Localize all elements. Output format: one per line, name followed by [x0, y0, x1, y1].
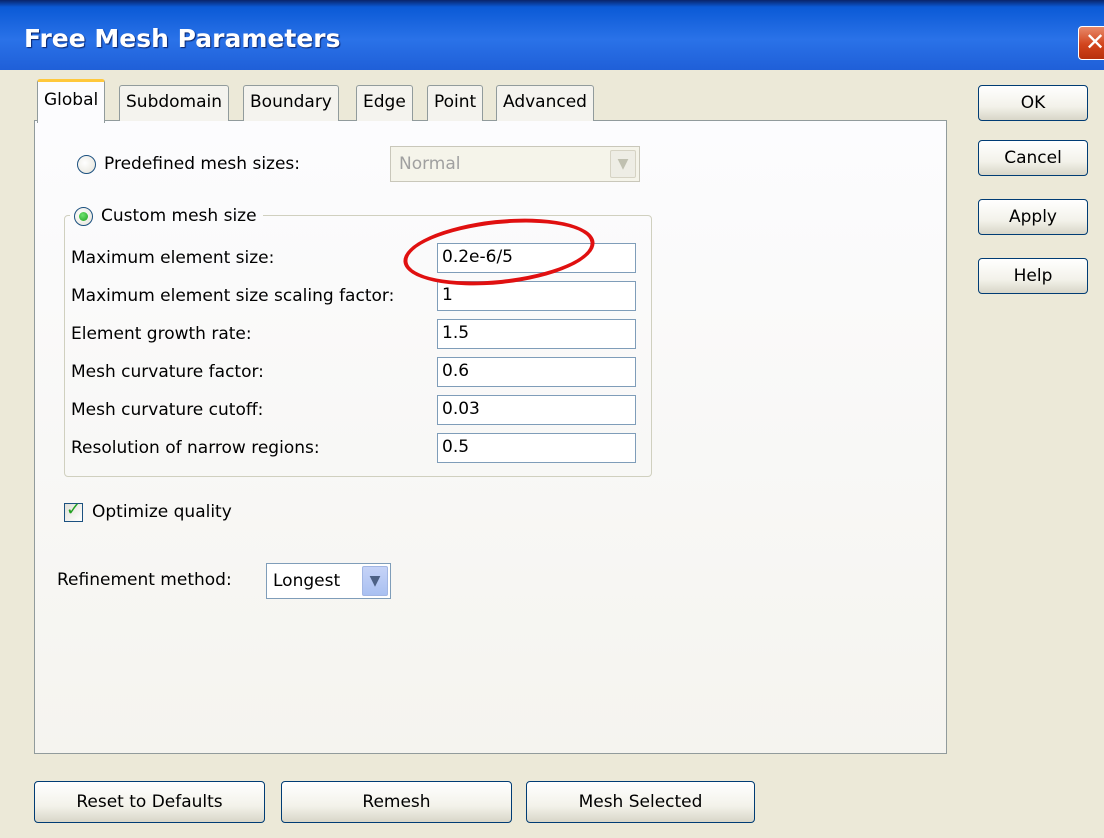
tab-boundary[interactable]: Boundary	[243, 85, 339, 121]
predefined-mesh-value: Normal	[399, 154, 461, 174]
remesh-button[interactable]: Remesh	[281, 781, 512, 823]
close-button[interactable]: ✕	[1078, 26, 1104, 60]
ok-button[interactable]: OK	[978, 85, 1088, 121]
narrow-regions-label: Resolution of narrow regions:	[71, 438, 320, 458]
scaling-factor-input[interactable]: 1	[437, 281, 636, 311]
radio-selected-dot	[79, 211, 88, 221]
curvature-cutoff-label: Mesh curvature cutoff:	[71, 400, 264, 420]
curvature-cutoff-input[interactable]: 0.03	[437, 395, 636, 425]
mesh-selected-button[interactable]: Mesh Selected	[526, 781, 755, 823]
scaling-factor-label: Maximum element size scaling factor:	[71, 286, 395, 306]
cancel-button[interactable]: Cancel	[978, 140, 1088, 176]
refinement-method-value: Longest	[273, 571, 341, 591]
close-icon: ✕	[1084, 28, 1104, 56]
tab-global[interactable]: Global	[37, 79, 106, 123]
predefined-mesh-radio[interactable]	[77, 155, 96, 174]
optimize-quality-checkbox[interactable]: ✓	[64, 499, 83, 522]
growth-rate-input[interactable]: 1.5	[437, 319, 636, 349]
custom-mesh-legend: Custom mesh size	[70, 203, 263, 229]
refinement-method-label: Refinement method:	[57, 570, 232, 590]
tab-advanced[interactable]: Advanced	[496, 85, 594, 121]
chevron-down-icon: ▼	[610, 150, 636, 178]
optimize-quality-label: Optimize quality	[92, 502, 232, 522]
tab-edge[interactable]: Edge	[356, 85, 413, 121]
max-element-size-label: Maximum element size:	[71, 248, 275, 268]
refinement-method-select[interactable]: Longest ▼	[266, 563, 391, 599]
curvature-factor-input[interactable]: 0.6	[437, 357, 636, 387]
checkmark-icon: ✓	[66, 499, 82, 520]
window-title: Free Mesh Parameters	[24, 24, 341, 53]
custom-mesh-label: Custom mesh size	[101, 206, 257, 226]
chevron-down-icon[interactable]: ▼	[362, 566, 388, 596]
help-button[interactable]: Help	[978, 258, 1088, 294]
tab-point[interactable]: Point	[427, 85, 484, 121]
custom-mesh-radio[interactable]	[74, 206, 93, 226]
curvature-factor-label: Mesh curvature factor:	[71, 362, 264, 382]
growth-rate-label: Element growth rate:	[71, 324, 252, 344]
predefined-mesh-label: Predefined mesh sizes:	[104, 154, 301, 174]
apply-button[interactable]: Apply	[978, 199, 1088, 235]
tab-subdomain[interactable]: Subdomain	[119, 85, 230, 121]
reset-defaults-button[interactable]: Reset to Defaults	[34, 781, 265, 823]
narrow-regions-input[interactable]: 0.5	[437, 433, 636, 463]
predefined-mesh-select: Normal ▼	[390, 146, 640, 182]
